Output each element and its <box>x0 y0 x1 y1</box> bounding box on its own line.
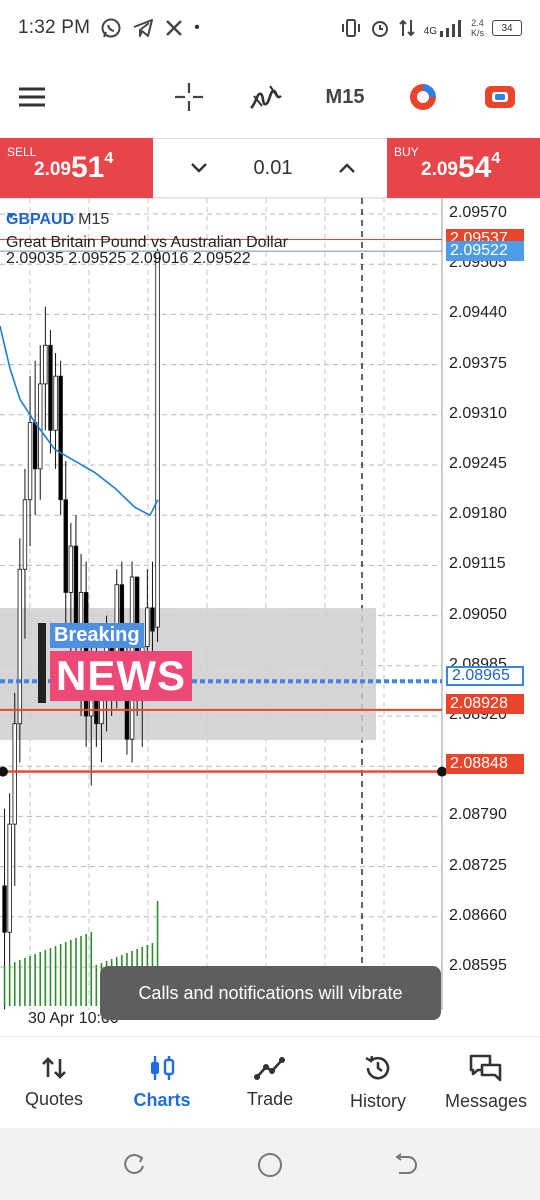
price-axis-label: 2.09375 <box>449 354 507 372</box>
price-axis-label: 2.08725 <box>449 856 507 874</box>
symbol-dropdown-icon[interactable] <box>6 211 16 221</box>
menu-icon[interactable] <box>12 62 52 132</box>
chart-symbol-row: GBPAUD M15 <box>6 211 109 229</box>
bid-price-tag: 2.09522 <box>446 241 524 261</box>
candle-body <box>48 344 53 431</box>
buy-label: BUY <box>394 145 419 159</box>
nav-history-label: History <box>349 1091 406 1111</box>
moving-average-line <box>0 325 159 517</box>
indicators-icon[interactable] <box>244 62 288 132</box>
whatsapp-icon <box>101 18 121 38</box>
sell-button[interactable]: SELL 2.09514 <box>0 138 153 198</box>
system-icons: 4G 2.4 K/s 34 <box>340 18 522 38</box>
sell-label: SELL <box>7 145 37 159</box>
signal-icon <box>439 20 461 37</box>
color-wheel-icon[interactable] <box>402 62 444 132</box>
quotes-icon <box>42 1057 66 1079</box>
ohlc-values: 2.09035 2.09525 2.09016 2.09522 <box>6 250 251 267</box>
sell-price: 2.09514 <box>34 150 114 184</box>
buy-button[interactable]: BUY 2.09544 <box>387 138 540 198</box>
recents-icon[interactable] <box>121 1152 147 1178</box>
candle-body <box>63 499 68 593</box>
status-bar: 1:32 PM • 4G 2.4 K/s 34 <box>0 0 540 56</box>
level-price-tag-1: 2.08928 <box>446 694 524 714</box>
candle-body <box>7 823 12 933</box>
news-label: NEWS <box>50 651 192 701</box>
system-navigation-bar <box>0 1128 540 1200</box>
messages-icon <box>469 1054 502 1082</box>
home-icon[interactable] <box>256 1151 284 1179</box>
candle-body <box>22 499 28 570</box>
timeframe-button[interactable]: M15 <box>318 62 372 132</box>
price-axis-label: 2.09245 <box>449 455 507 472</box>
candle-body <box>12 723 17 825</box>
news-accent-bar <box>38 623 46 703</box>
history-icon <box>365 1055 390 1080</box>
lot-size-value[interactable]: 0.01 <box>254 157 293 180</box>
battery-icon: 34 <box>492 20 522 36</box>
chart-symbol[interactable]: GBPAUD <box>6 211 74 229</box>
nav-trade[interactable]: Trade <box>216 1037 324 1128</box>
network-speed: 2.4 K/s <box>470 18 484 38</box>
nav-history[interactable]: History <box>324 1037 432 1128</box>
level-handle-left <box>0 766 8 777</box>
price-axis-label: 2.09180 <box>449 505 507 523</box>
toast-message: Calls and notifications will vibrate <box>100 966 441 1020</box>
network-type: 4G <box>423 26 437 37</box>
more-dot-icon: • <box>194 19 200 36</box>
data-transfer-icon <box>398 19 415 37</box>
candle-body <box>68 545 74 593</box>
breaking-label: Breaking <box>50 623 144 648</box>
candle-body <box>32 422 38 470</box>
lot-size-control: 0.01 <box>153 138 387 198</box>
pending-order-price-tag: 2.08965 <box>446 666 524 686</box>
nav-quotes-label: Quotes <box>24 1089 84 1109</box>
one-click-trading-icon[interactable] <box>478 62 522 132</box>
buy-price: 2.09544 <box>421 150 501 184</box>
nav-quotes[interactable]: Quotes <box>0 1037 108 1128</box>
lot-decrease-chevron-down-icon[interactable] <box>189 161 209 175</box>
price-axis-label: 2.08790 <box>449 806 507 824</box>
breaking-news-overlay: Breaking NEWS <box>38 623 208 713</box>
trade-icon <box>254 1057 285 1080</box>
nav-trade-label: Trade <box>246 1089 294 1109</box>
telegram-icon <box>133 19 154 37</box>
x-icon <box>166 20 183 36</box>
charts-icon <box>151 1056 175 1080</box>
chart-timeframe: M15 <box>78 211 110 228</box>
level-price-tag-2: 2.08848 <box>446 754 524 774</box>
alarm-icon <box>371 21 388 37</box>
price-chart[interactable]: GBPAUD M15 Great Britain Pound vs Austra… <box>0 198 540 1036</box>
candle-body <box>38 383 43 470</box>
price-axis-label: 2.09050 <box>449 605 507 623</box>
one-click-trade-panel: SELL 2.09514 0.01 BUY 2.09544 <box>0 138 540 198</box>
crosshair-icon[interactable] <box>168 62 210 132</box>
nav-charts-label: Charts <box>133 1090 191 1110</box>
candle-body <box>58 375 63 501</box>
candle-body <box>43 344 48 385</box>
candle-body <box>2 885 7 933</box>
candle-body <box>53 375 58 431</box>
back-icon[interactable] <box>392 1152 418 1178</box>
candle-body <box>27 422 33 501</box>
price-axis-label: 2.09115 <box>449 555 506 573</box>
bottom-navigation: Quotes Charts Trade History Messages <box>0 1036 540 1128</box>
candle-body <box>155 250 160 628</box>
price-axis-label: 2.09310 <box>449 404 507 422</box>
vibrate-icon <box>341 19 360 37</box>
price-axis-label: 2.08595 <box>449 957 507 974</box>
chart-toolbar: M15 <box>0 62 540 132</box>
notification-icons: • <box>100 17 200 39</box>
lot-increase-chevron-up-icon[interactable] <box>337 161 357 175</box>
price-axis-label: 2.09570 <box>449 204 507 221</box>
timeframe-label: M15 <box>325 85 365 108</box>
price-axis-label: 2.08660 <box>449 906 507 924</box>
nav-messages[interactable]: Messages <box>432 1037 540 1128</box>
status-time: 1:32 PM <box>18 17 91 38</box>
nav-charts[interactable]: Charts <box>108 1037 216 1128</box>
price-axis-label: 2.09440 <box>449 304 507 322</box>
candle-body <box>17 568 23 725</box>
nav-messages-label: Messages <box>444 1091 528 1111</box>
